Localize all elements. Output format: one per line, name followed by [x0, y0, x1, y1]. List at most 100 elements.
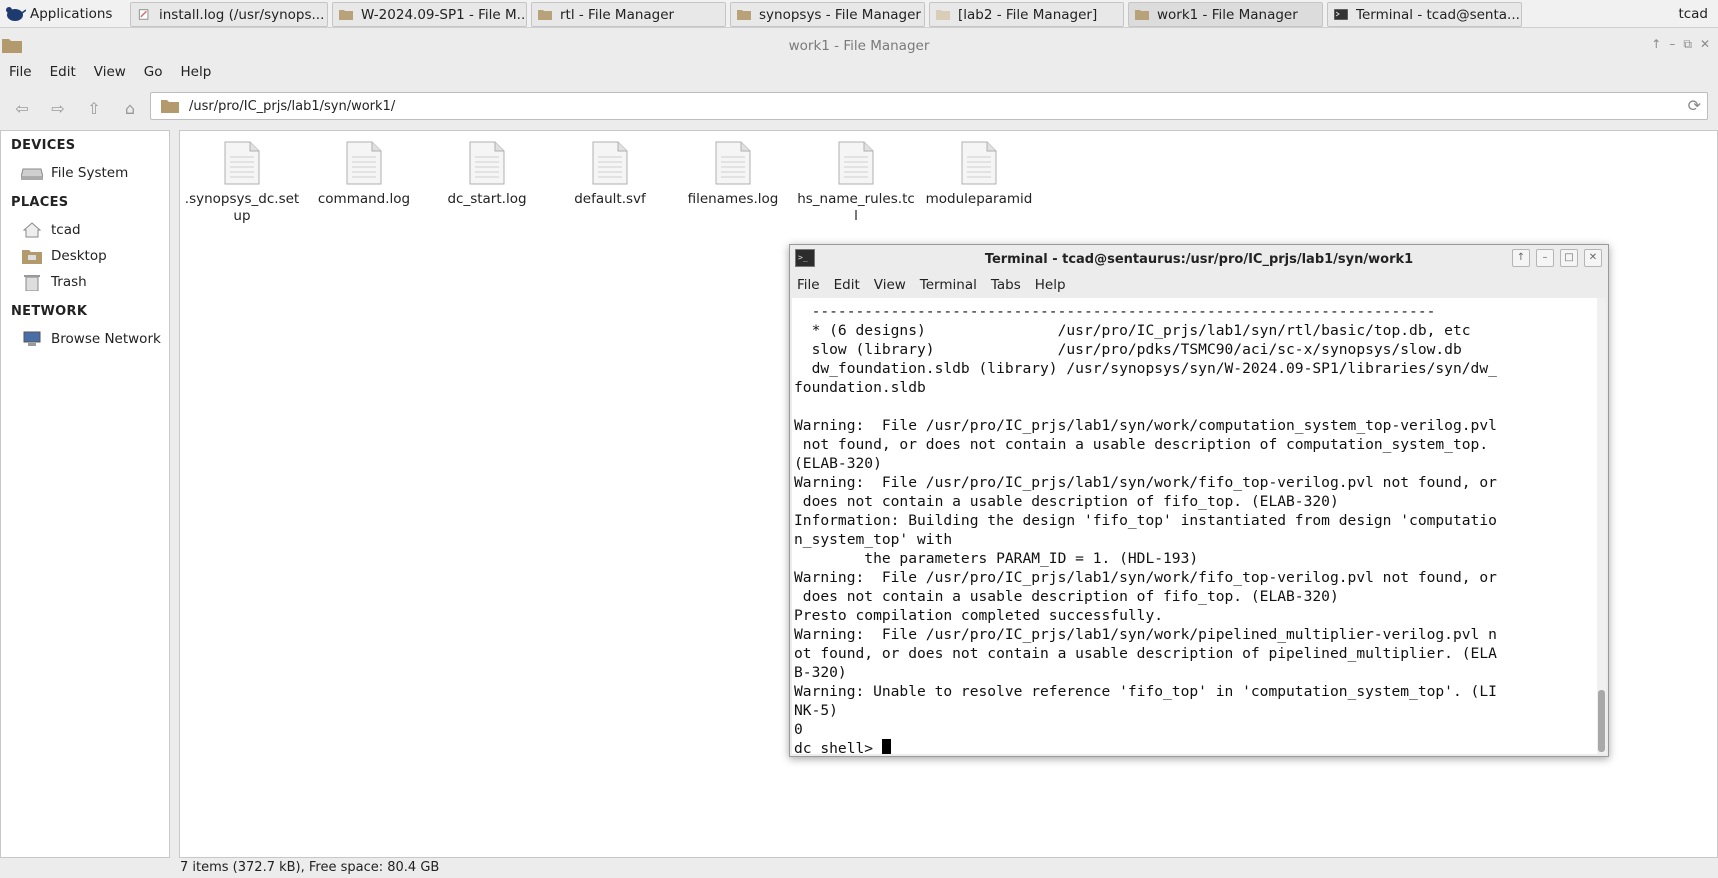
file-name: moduleparamid	[925, 191, 1033, 207]
folder-icon	[161, 100, 179, 113]
minimize-button[interactable]: –	[1536, 249, 1554, 267]
file-item[interactable]: moduleparamid	[919, 141, 1039, 208]
text-editor-icon	[138, 9, 149, 20]
file-manager-titlebar[interactable]: work1 - File Manager ↑ – ⧉ ✕	[0, 29, 1718, 63]
terminal-menubar: File Edit View Terminal Tabs Help	[790, 273, 1073, 295]
shade-button[interactable]: ↑	[1651, 37, 1661, 52]
menu-view[interactable]: View	[85, 63, 135, 87]
text-file-icon	[346, 141, 382, 185]
shade-button[interactable]: ↑	[1512, 249, 1530, 267]
sidebar: DEVICES File System PLACES tcad Desktop …	[0, 130, 170, 858]
file-name: filenames.log	[687, 191, 779, 207]
file-item[interactable]: hs_name_rules.tcl	[796, 141, 916, 225]
task-synopsys-file-manager[interactable]: synopsys - File Manager	[730, 2, 925, 27]
file-name: hs_name_rules.tcl	[797, 191, 915, 224]
term-menu-terminal[interactable]: Terminal	[913, 273, 984, 295]
sidebar-section-network: NETWORK	[11, 304, 88, 319]
applications-menu[interactable]: Applications	[4, 2, 112, 26]
sidebar-item-file-system[interactable]: File System	[21, 162, 128, 184]
file-item[interactable]: filenames.log	[673, 141, 793, 208]
minimize-button[interactable]: –	[1669, 37, 1675, 52]
user-name[interactable]: tcad	[1678, 6, 1708, 22]
folder-icon	[538, 10, 552, 20]
text-file-icon	[469, 141, 505, 185]
location-bar[interactable]: /usr/pro/IC_prjs/lab1/syn/work1/ ⟳	[150, 92, 1708, 120]
folder-icon	[1135, 10, 1149, 20]
sidebar-item-desktop[interactable]: Desktop	[21, 245, 107, 267]
term-menu-edit[interactable]: Edit	[827, 273, 867, 295]
task-rtl-file-manager[interactable]: rtl - File Manager	[531, 2, 726, 27]
sidebar-item-label: tcad	[51, 222, 81, 238]
close-button[interactable]: ✕	[1584, 249, 1602, 267]
task-lab2-file-manager[interactable]: [lab2 - File Manager]	[929, 2, 1124, 27]
text-file-icon	[838, 141, 874, 185]
text-file-icon	[224, 141, 260, 185]
menu-edit[interactable]: Edit	[41, 63, 85, 87]
task-label: rtl - File Manager	[560, 6, 675, 23]
maximize-button[interactable]: □	[1560, 249, 1578, 267]
file-item[interactable]: dc_start.log	[427, 141, 547, 208]
terminal-title: Terminal - tcad@sentaurus:/usr/pro/IC_pr…	[984, 252, 1414, 267]
sidebar-item-tcad[interactable]: tcad	[21, 219, 81, 241]
folder-icon	[936, 10, 950, 20]
location-path: /usr/pro/IC_prjs/lab1/syn/work1/	[189, 99, 396, 114]
home-folder-icon	[21, 221, 43, 239]
term-menu-file[interactable]: File	[790, 273, 827, 295]
task-label: install.log (/usr/synops...	[159, 6, 325, 23]
file-manager-menubar: File Edit View Go Help	[0, 63, 220, 87]
menu-file[interactable]: File	[0, 63, 41, 87]
text-cursor	[881, 739, 891, 754]
task-label: Terminal - tcad@senta...	[1356, 6, 1520, 23]
term-menu-view[interactable]: View	[867, 273, 913, 295]
scrollbar-thumb[interactable]	[1598, 690, 1605, 752]
home-icon[interactable]: ⌂	[118, 98, 142, 118]
term-menu-tabs[interactable]: Tabs	[984, 273, 1028, 295]
file-item[interactable]: command.log	[304, 141, 424, 208]
terminal-text: ----------------------------------------…	[794, 303, 1497, 738]
sidebar-item-browse-network[interactable]: Browse Network	[21, 328, 161, 350]
sidebar-item-label: Desktop	[51, 248, 107, 264]
sidebar-item-trash[interactable]: Trash	[21, 271, 87, 293]
task-work1-file-manager[interactable]: work1 - File Manager	[1128, 2, 1323, 27]
file-name: command.log	[317, 191, 411, 207]
task-label: work1 - File Manager	[1157, 6, 1298, 23]
task-w2024-file-manager[interactable]: W-2024.09-SP1 - File M...	[332, 2, 527, 27]
sidebar-item-label: File System	[51, 165, 129, 181]
up-arrow-icon[interactable]: ⇧	[82, 98, 106, 118]
terminal-output[interactable]: ----------------------------------------…	[792, 298, 1598, 754]
window-title: work1 - File Manager	[788, 38, 930, 54]
task-terminal[interactable]: Terminal - tcad@senta...	[1327, 2, 1522, 27]
network-icon	[21, 330, 43, 348]
file-name: .synopsys_dc.setup	[184, 191, 300, 224]
terminal-titlebar[interactable]: >_ Terminal - tcad@sentaurus:/usr/pro/IC…	[790, 245, 1608, 273]
file-item[interactable]: default.svf	[550, 141, 670, 208]
terminal-scrollbar[interactable]	[1597, 298, 1606, 754]
text-file-icon	[592, 141, 628, 185]
menu-help[interactable]: Help	[172, 63, 221, 87]
text-file-icon	[715, 141, 751, 185]
sidebar-item-label: Browse Network	[51, 331, 161, 347]
applications-label: Applications	[30, 6, 113, 22]
file-name: default.svf	[574, 191, 646, 207]
file-item[interactable]: .synopsys_dc.setup	[182, 141, 302, 225]
close-button[interactable]: ✕	[1700, 37, 1710, 52]
drive-icon	[21, 164, 43, 182]
menu-go[interactable]: Go	[135, 63, 172, 87]
terminal-icon	[1334, 9, 1348, 20]
back-arrow-icon[interactable]: ⇦	[10, 98, 34, 118]
file-name: dc_start.log	[447, 191, 527, 207]
terminal-window[interactable]: >_ Terminal - tcad@sentaurus:/usr/pro/IC…	[789, 244, 1609, 757]
top-panel: Applications install.log (/usr/synops...…	[0, 0, 1718, 28]
sidebar-section-places: PLACES	[11, 195, 69, 210]
folder-icon	[737, 10, 751, 20]
forward-arrow-icon[interactable]: ⇨	[46, 98, 70, 118]
task-install-log[interactable]: install.log (/usr/synops...	[130, 2, 328, 27]
status-bar: 7 items (372.7 kB), Free space: 80.4 GB	[179, 858, 1718, 878]
task-label: W-2024.09-SP1 - File M...	[361, 6, 527, 23]
task-label: synopsys - File Manager	[759, 6, 921, 23]
reload-icon[interactable]: ⟳	[1688, 96, 1701, 115]
desktop-folder-icon	[21, 247, 43, 265]
term-menu-help[interactable]: Help	[1028, 273, 1073, 295]
maximize-button[interactable]: ⧉	[1683, 37, 1692, 52]
xfce-mouse-icon	[6, 7, 26, 21]
